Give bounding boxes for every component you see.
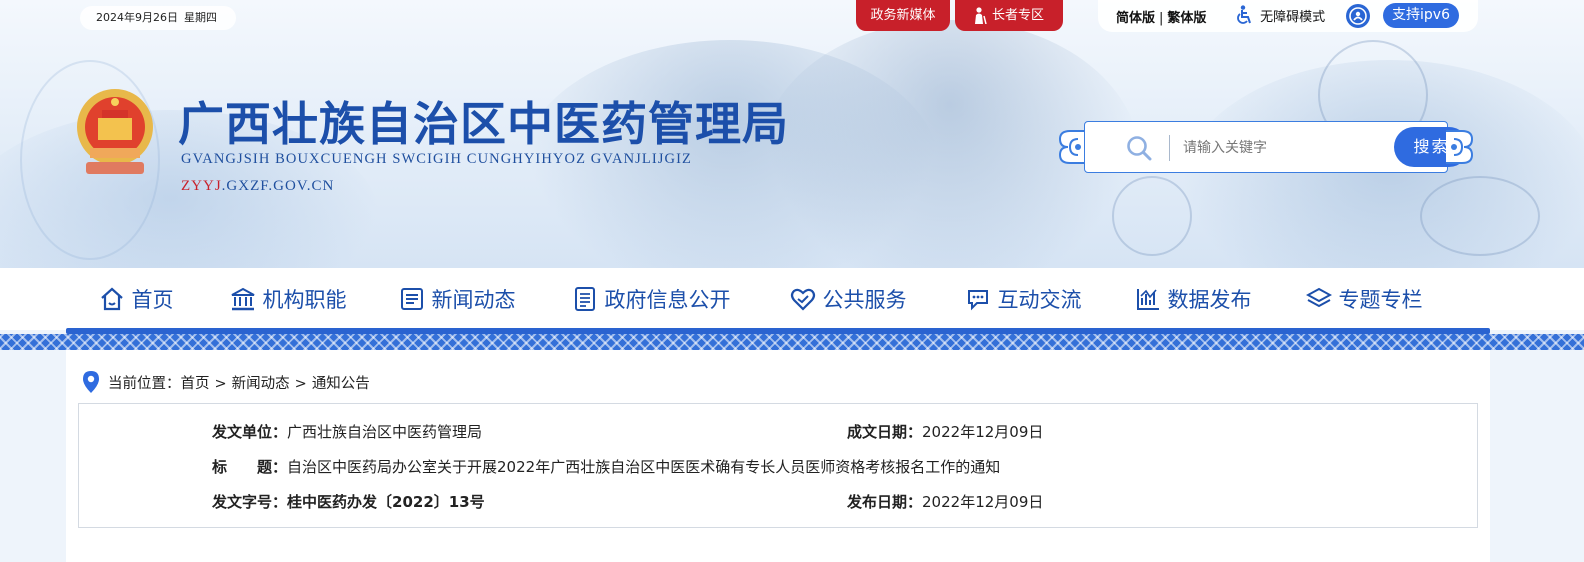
simplified-chinese-link[interactable]: 简体版 [1116,11,1155,26]
title-value: 自治区中医药局办公室关于开展2022年广西壮族自治区中医医术确有专长人员医师资格… [287,458,1001,476]
layers-icon [1305,287,1332,308]
wheelchair-icon [1237,5,1251,24]
site-url: ZYYJ.GXZF.GOV.CN [181,178,334,195]
document-number-label: 发文字号： [212,493,288,511]
nav-label: 互动交流 [997,288,1082,312]
nav-item-home[interactable]: 首页 [66,268,206,330]
nav-item-data-release[interactable]: 数据发布 [1108,268,1278,330]
document-number-value: 桂中医药办发〔2022〕13号 [287,493,485,511]
breadcrumb-link-notices[interactable]: 通知公告 [312,376,370,392]
issuer-value: 广西壮族自治区中医药管理局 [287,423,483,441]
data-chart-icon [1136,289,1159,310]
site-url-prefix: ZYYJ [181,178,222,194]
current-weekday: 星期四 [184,11,217,24]
breadcrumb-separator: > [294,376,307,392]
cloud-ornament-icon [1446,130,1474,164]
top-utility-bar: 简体版 | 繁体版 无障碍模式 支持ipv6 [1098,0,1478,32]
nav-item-institution[interactable]: 机构职能 [206,268,370,330]
news-icon [400,288,423,310]
content-panel: 当前位置：首页 > 新闻动态 > 通知公告 发文单位：广西壮族自治区中医药管理局 成文日… [66,350,1490,562]
nav-label: 公共服务 [822,288,907,312]
created-date-value: 2022年12月09日 [922,423,1044,441]
accessibility-mode-label: 无障碍模式 [1260,9,1326,25]
document-list-icon [574,287,595,311]
nav-label: 机构职能 [262,288,347,312]
search-icon [1127,136,1152,161]
breadcrumb-link-news[interactable]: 新闻动态 [232,376,290,392]
nav-label: 专题专栏 [1338,288,1423,312]
elder-zone-label: 长者专区 [991,8,1044,23]
herb-decoration [1112,176,1192,256]
issuer-label: 发文单位： [212,423,288,441]
breadcrumb-link-home[interactable]: 首页 [181,376,210,392]
nav-item-news[interactable]: 新闻动态 [370,268,544,330]
site-url-suffix: .GXZF.GOV.CN [221,178,335,194]
language-separator: | [1159,11,1164,26]
home-icon [100,287,123,311]
current-date: 2024年9月26日 [96,11,178,24]
title-row: 标 题：自治区中医药局办公室关于开展2022年广西壮族自治区中医医术确有专长人员… [212,456,1000,477]
traditional-chinese-link[interactable]: 繁体版 [1167,11,1206,26]
nav-item-government-info[interactable]: 政府信息公开 [544,268,758,330]
search-divider [1169,135,1170,161]
ethnic-pattern-band [0,334,1584,350]
herb-decoration [1420,176,1540,256]
breadcrumb: 当前位置：首页 > 新闻动态 > 通知公告 [82,371,370,393]
ipv6-badge: 支持ipv6 [1383,3,1459,28]
location-pin-icon [83,371,99,393]
breadcrumb-prefix: 当前位置： [108,376,181,392]
heart-hands-icon [790,288,815,311]
site-pinyin: GVANGJSIH BOUXCUENGH SWCIGIH CUNGHYIHYOZ… [181,151,692,167]
published-date-label: 发布日期： [847,493,923,511]
elder-person-icon [975,7,987,24]
chat-icon [967,290,988,311]
document-info-box: 发文单位：广西壮族自治区中医药管理局 成文日期：2022年12月09日 标 题：… [78,403,1478,528]
nav-label: 首页 [131,288,174,312]
nav-item-interaction[interactable]: 互动交流 [938,268,1108,330]
search-box: 搜索 [1084,121,1469,173]
site-title: 广西壮族自治区中医药管理局 [178,97,789,151]
accessibility-mode-button[interactable]: 无障碍模式 [1236,5,1325,25]
title-label: 标 题： [212,458,288,476]
language-switch: 简体版 | 繁体版 [1116,7,1206,26]
nav-item-public-service[interactable]: 公共服务 [758,268,938,330]
date-display: 2024年9月26日 星期四 [80,6,236,30]
elder-zone-button[interactable]: 长者专区 [955,0,1063,31]
search-input[interactable] [1183,134,1383,162]
published-date-value: 2022年12月09日 [922,493,1044,511]
institution-icon [231,287,254,311]
breadcrumb-separator: > [214,376,227,392]
nav-label: 新闻动态 [431,288,516,312]
document-number-row: 发文字号：桂中医药办发〔2022〕13号 [212,491,485,512]
main-navigation: 首页 机构职能 新闻动态 政府信息公开 公共服务 互动交流 数据发布 专题专栏 [0,268,1584,330]
national-emblem-icon [77,89,153,174]
nav-label: 政府信息公开 [604,288,731,312]
new-media-button[interactable]: 政务新媒体 [856,0,950,31]
search-area: 搜索 [1056,121,1476,173]
issuer-row: 发文单位：广西壮族自治区中医药管理局 [212,421,482,442]
nav-item-special-topics[interactable]: 专题专栏 [1278,268,1450,330]
published-date-row: 发布日期：2022年12月09日 [847,491,1043,512]
created-date-row: 成文日期：2022年12月09日 [847,421,1043,442]
elderly-care-icon[interactable] [1346,4,1370,28]
created-date-label: 成文日期： [847,423,923,441]
nav-label: 数据发布 [1167,288,1252,312]
header-banner: 2024年9月26日 星期四 政务新媒体 长者专区 简体版 | 繁体版 无障碍模式 [0,0,1584,268]
